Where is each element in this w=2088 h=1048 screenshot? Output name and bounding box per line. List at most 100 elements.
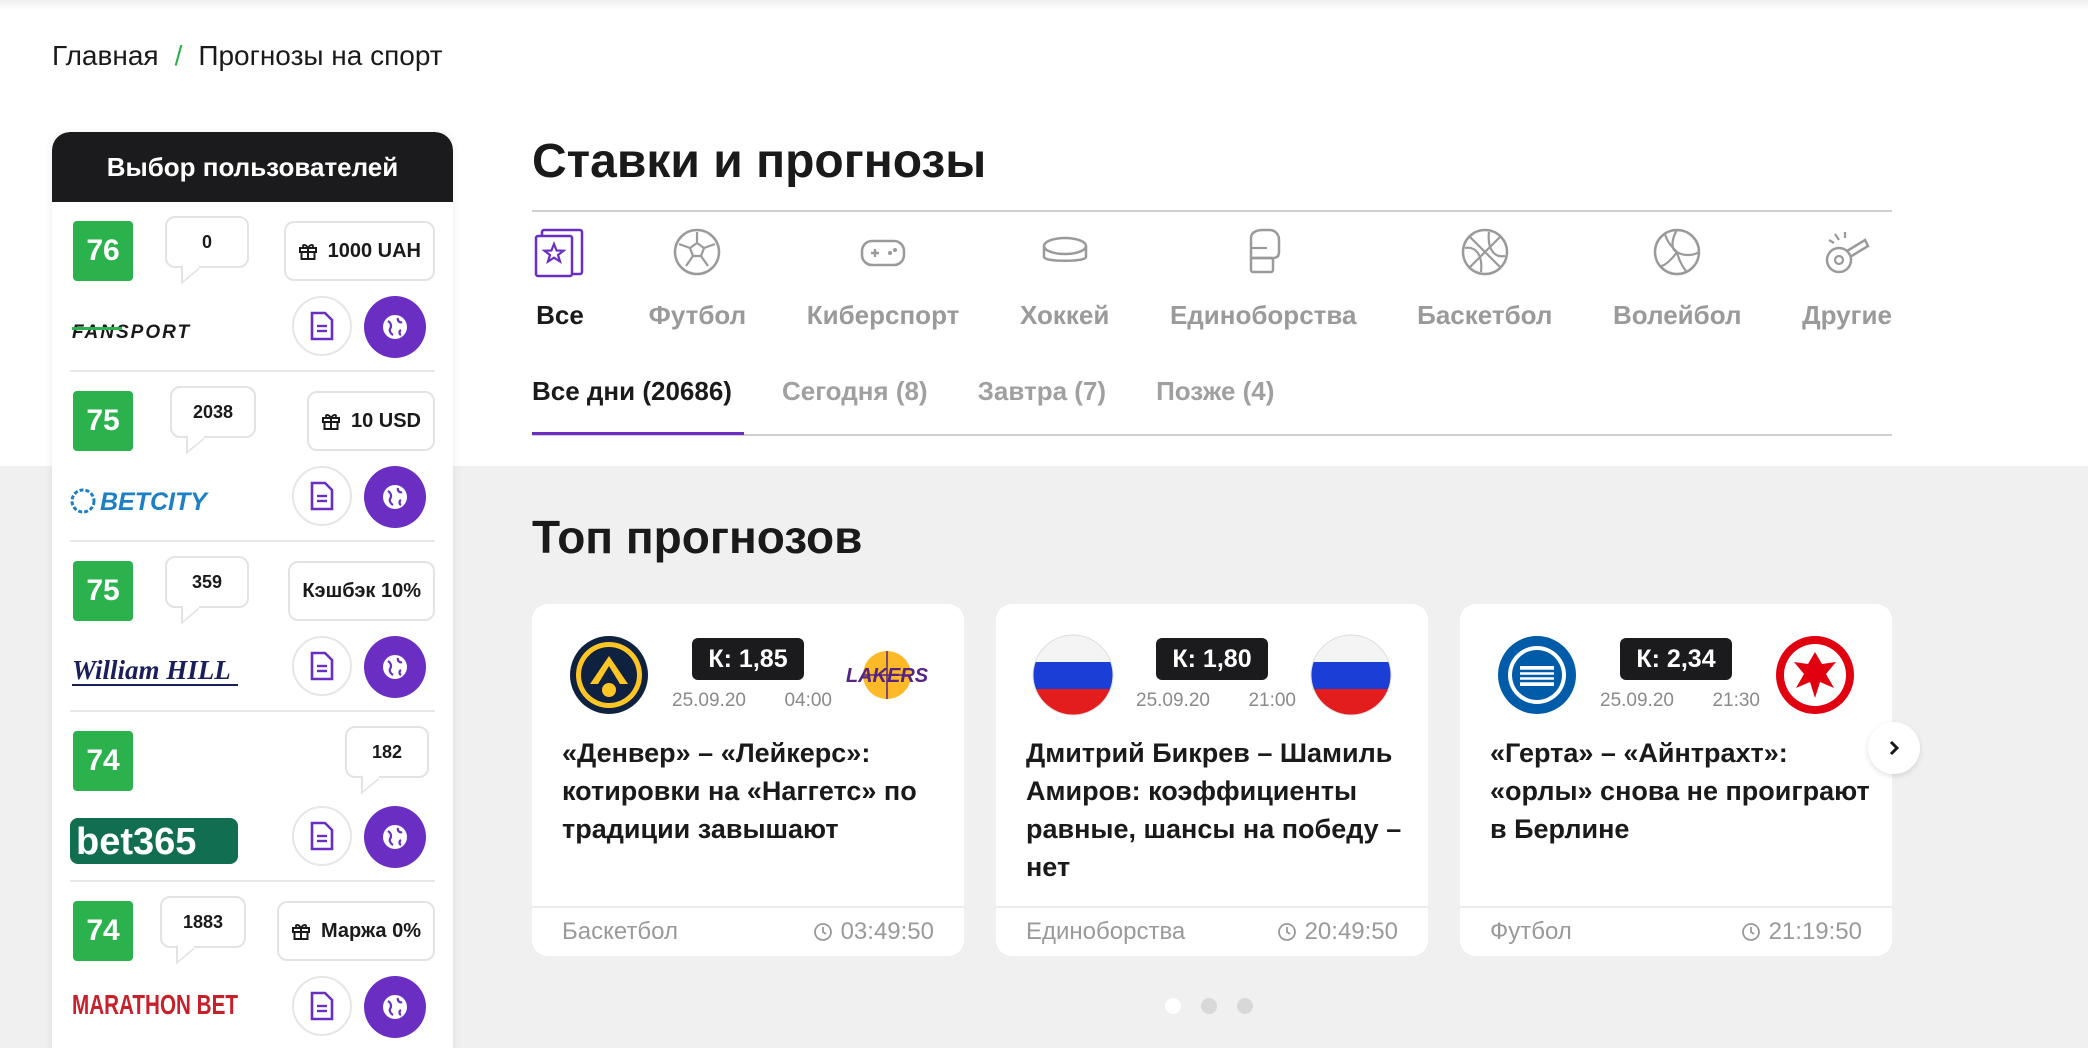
all-sports-icon <box>532 224 588 280</box>
reviews-count[interactable]: 1883 <box>160 896 246 948</box>
visit-site-button[interactable] <box>364 806 426 868</box>
betcity-logo[interactable]: BETCITY <box>70 476 250 526</box>
gift-icon <box>298 244 317 260</box>
bet365-logo[interactable]: bet365 <box>70 816 250 866</box>
tab-label: Хоккей <box>1019 300 1110 330</box>
countdown-value: 21:19:50 <box>1768 918 1862 945</box>
tab-all-days[interactable]: Все дни (20686) <box>532 376 732 407</box>
predictions-carousel: К: 1,85 25.09.20 04:00 LAKERS «Денвер» – … <box>532 604 1892 956</box>
tab-football[interactable]: Футбол <box>649 224 746 344</box>
document-icon <box>310 311 334 341</box>
basketball-icon <box>1457 224 1513 280</box>
tab-other[interactable]: Другие <box>1802 224 1892 344</box>
globe-icon <box>383 315 407 339</box>
tab-volleyball[interactable]: Волейбол <box>1613 224 1741 344</box>
reviews-count[interactable]: 0 <box>165 216 249 268</box>
volleyball-icon <box>1649 224 1705 280</box>
visit-site-button[interactable] <box>364 636 426 698</box>
breadcrumb-home-link[interactable]: Главная <box>52 40 159 72</box>
bookmaker-item: 75 2038 10 USD BETCITY <box>70 372 435 542</box>
marathon-bet-logo[interactable]: MARATHON BET <box>70 986 250 1036</box>
gift-icon <box>292 924 310 940</box>
card-title[interactable]: «Герта» – «Айнтрахт»: «орлы» снова не пр… <box>1490 734 1872 848</box>
review-button[interactable] <box>292 976 352 1036</box>
carousel-dot[interactable] <box>1237 998 1253 1014</box>
match-datetime: 25.09.20 04:00 <box>672 690 832 712</box>
visit-site-button[interactable] <box>364 466 426 528</box>
tab-basketball[interactable]: Баскетбол <box>1417 224 1552 344</box>
tab-label: Все <box>536 300 584 330</box>
day-tabs: Все дни (20686) Сегодня (8) Завтра (7) П… <box>532 376 1274 407</box>
card-footer: Единоборства 20:49:50 <box>996 906 1428 956</box>
document-icon <box>310 821 334 851</box>
carousel-pagination <box>1165 998 1253 1014</box>
review-button[interactable] <box>292 806 352 866</box>
tab-label: Киберспорт <box>806 300 960 330</box>
bookmaker-item: 75 359 Кэшбэк 10% William HILL <box>70 542 435 712</box>
breadcrumb-current: Прогнозы на спорт <box>198 40 443 71</box>
card-sport: Единоборства <box>1026 918 1186 945</box>
reviews-count[interactable]: 359 <box>165 556 249 608</box>
carousel-dot[interactable] <box>1201 998 1217 1014</box>
rating-badge: 75 <box>73 391 133 451</box>
breadcrumb: Главная / Прогнозы на спорт <box>52 40 443 72</box>
visit-site-button[interactable] <box>364 976 426 1038</box>
bonus-button[interactable]: Кэшбэк 10% <box>288 561 435 621</box>
tab-tomorrow[interactable]: Завтра (7) <box>978 376 1106 407</box>
review-button[interactable] <box>292 636 352 696</box>
tab-label: Единоборства <box>1169 300 1357 330</box>
odds-badge: К: 2,34 <box>1620 638 1732 680</box>
tab-all[interactable]: Все <box>532 224 588 344</box>
review-button[interactable] <box>292 466 352 526</box>
tab-later[interactable]: Позже (4) <box>1156 376 1274 407</box>
card-sport: Футбол <box>1490 918 1572 945</box>
svg-text:LAKERS: LAKERS <box>846 665 928 687</box>
rating-badge: 75 <box>73 561 133 621</box>
logo-text: William HILL <box>72 655 231 685</box>
review-button[interactable] <box>292 296 352 356</box>
prediction-card[interactable]: К: 1,80 25.09.20 21:00 Дмитрий Бикрев – Ш… <box>996 604 1428 956</box>
match-date: 25.09.20 <box>1600 690 1674 711</box>
tab-label: Другие <box>1802 300 1892 330</box>
reviews-count[interactable]: 182 <box>345 726 429 778</box>
carousel-dot[interactable] <box>1165 998 1181 1014</box>
boxing-glove-icon <box>1235 224 1291 280</box>
match-time: 21:00 <box>1248 690 1296 711</box>
bonus-button[interactable]: Маржа 0% <box>277 901 435 961</box>
carousel-next-button[interactable] <box>1868 722 1920 774</box>
card-title[interactable]: Дмитрий Бикрев – Шамиль Амиров: коэффици… <box>1026 734 1408 886</box>
sidebar-title: Выбор пользователей <box>52 132 453 202</box>
football-icon <box>669 224 725 280</box>
reviews-count[interactable]: 2038 <box>170 386 256 438</box>
card-title[interactable]: «Денвер» – «Лейкерс»: котировки на «Нагг… <box>562 734 944 848</box>
gift-icon <box>321 414 340 430</box>
tab-today[interactable]: Сегодня (8) <box>782 376 928 407</box>
tab-combat[interactable]: Единоборства <box>1170 224 1357 344</box>
countdown-value: 20:49:50 <box>1304 918 1398 945</box>
bonus-button[interactable]: 1000 UAH <box>283 221 435 281</box>
bonus-label: 10 USD <box>350 409 421 432</box>
visit-site-button[interactable] <box>364 296 426 358</box>
globe-icon <box>383 995 407 1019</box>
prediction-card[interactable]: К: 1,85 25.09.20 04:00 LAKERS «Денвер» – … <box>532 604 964 956</box>
prediction-card[interactable]: К: 2,34 25.09.20 21:30 «Герта» – «Айнтрах… <box>1460 604 1892 956</box>
bonus-button[interactable]: 10 USD <box>306 391 435 451</box>
eintracht-logo <box>1776 636 1854 714</box>
william-hill-logo[interactable]: William HILL <box>70 646 250 696</box>
bookmaker-item: 74 182 bet365 <box>70 712 435 882</box>
match-time: 21:30 <box>1712 690 1760 711</box>
rating-badge: 74 <box>73 731 133 791</box>
section-title: Топ прогнозов <box>532 511 863 563</box>
bookmaker-item: 76 0 1000 UAH FANSPORT <box>70 202 435 372</box>
countdown: 21:19:50 <box>1741 918 1862 946</box>
fansport-logo[interactable]: FANSPORT <box>70 306 250 356</box>
tab-esports[interactable]: Киберспорт <box>806 224 960 344</box>
logo-text: MARATHON BET <box>72 989 238 1020</box>
tab-hockey[interactable]: Хоккей <box>1020 224 1109 344</box>
document-icon <box>310 481 334 511</box>
odds-badge: К: 1,85 <box>692 638 804 680</box>
match-date: 25.09.20 <box>672 690 746 711</box>
clock-icon <box>813 923 832 941</box>
clock-icon <box>1277 923 1296 941</box>
bonus-label: Маржа 0% <box>321 919 421 942</box>
